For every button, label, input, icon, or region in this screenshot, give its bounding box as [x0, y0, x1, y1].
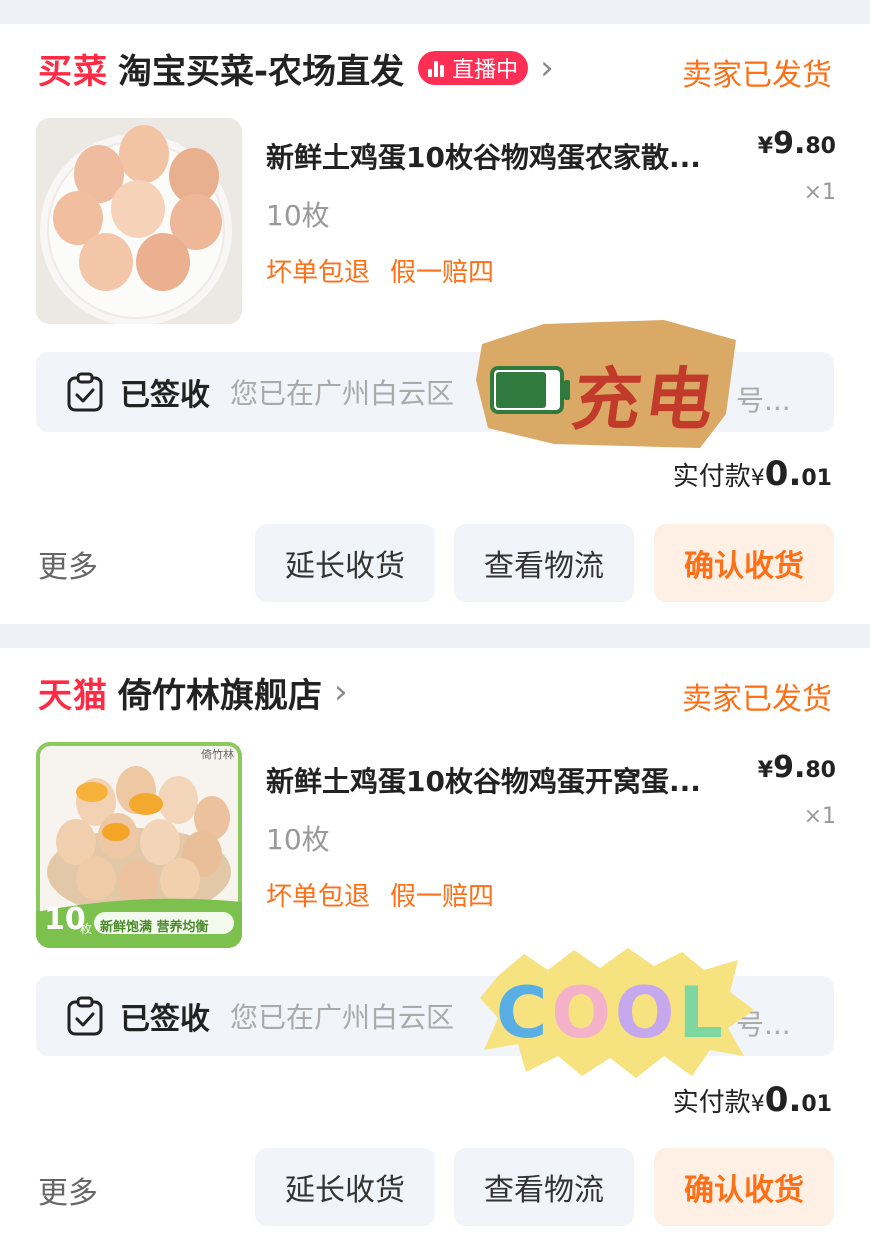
- cool-letter-l: L: [678, 972, 728, 1054]
- product-quantity: ×1: [803, 804, 836, 829]
- extend-receipt-button[interactable]: 延长收货: [255, 524, 435, 602]
- cool-sticker: COOL: [478, 946, 756, 1080]
- product-spec: 10枚: [266, 823, 330, 856]
- order-status: 卖家已发货: [682, 58, 832, 93]
- image-slogan: 新鲜饱满 营养均衡: [100, 920, 209, 935]
- guarantee-tags: 坏单包退 假一赔四: [266, 252, 514, 289]
- charge-sticker: 充电: [474, 318, 744, 452]
- product-spec: 10枚: [266, 199, 330, 232]
- product-quantity: ×1: [803, 180, 836, 205]
- paid-label: 实付款: [672, 1088, 751, 1118]
- tracking-state: 已签收: [120, 378, 210, 413]
- price-dec: 80: [805, 758, 836, 783]
- product-image[interactable]: [36, 118, 242, 324]
- store-name[interactable]: 淘宝买菜-农场直发: [118, 44, 404, 93]
- paid-int: 0.: [764, 1080, 802, 1120]
- more-button[interactable]: 更多: [38, 542, 98, 586]
- price-int: 9.: [773, 126, 806, 161]
- product-price: ¥9.80: [758, 750, 836, 785]
- paid-dec: 01: [801, 466, 832, 491]
- live-bars-icon: [428, 59, 446, 77]
- price-int: 9.: [773, 750, 806, 785]
- store-name[interactable]: 倚竹林旗舰店: [118, 668, 322, 717]
- more-button[interactable]: 更多: [38, 1168, 98, 1212]
- store-header[interactable]: 买菜 淘宝买菜-农场直发 直播中 ›: [38, 44, 554, 93]
- live-badge[interactable]: 直播中: [418, 51, 529, 85]
- guarantee-tags: 坏单包退 假一赔四: [266, 876, 514, 913]
- guarantee-tag: 假一赔四: [390, 882, 495, 912]
- tracking-state: 已签收: [120, 1002, 210, 1037]
- paid-label: 实付款: [672, 462, 751, 492]
- cool-letter-o1: O: [551, 972, 615, 1054]
- guarantee-tag: 坏单包退: [266, 258, 371, 288]
- product-title[interactable]: 新鲜土鸡蛋10枚谷物鸡蛋农家散...: [266, 136, 701, 176]
- view-logistics-button[interactable]: 查看物流: [454, 1148, 634, 1226]
- cool-letter-c: C: [496, 972, 552, 1054]
- clipboard-check-icon: [67, 996, 103, 1036]
- order-card[interactable]: 天猫 倚竹林旗舰店 › 卖家已发货 倚竹林 10 枚 新鲜饱满 营养均衡 新鲜土…: [0, 648, 870, 1240]
- charge-sticker-text: 充电: [567, 361, 723, 440]
- price-dec: 80: [805, 134, 836, 159]
- image-brand-label: 倚竹林: [201, 748, 234, 761]
- clipboard-check-icon: [67, 372, 103, 412]
- cool-sticker-text: COOL: [496, 972, 727, 1054]
- order-status: 卖家已发货: [682, 682, 832, 717]
- confirm-receipt-button[interactable]: 确认收货: [654, 1148, 834, 1226]
- paid-symbol: ¥: [750, 466, 765, 491]
- product-title[interactable]: 新鲜土鸡蛋10枚谷物鸡蛋开窝蛋...: [266, 760, 701, 800]
- price-symbol: ¥: [757, 758, 774, 783]
- view-logistics-button[interactable]: 查看物流: [454, 524, 634, 602]
- price-symbol: ¥: [757, 134, 774, 159]
- eggs-plate-image: [36, 118, 242, 324]
- paid-amount: 实付款¥0.01: [673, 1080, 832, 1120]
- paid-symbol: ¥: [750, 1092, 765, 1117]
- live-badge-label: 直播中: [452, 58, 519, 83]
- paid-amount: 实付款¥0.01: [673, 454, 832, 494]
- store-header[interactable]: 天猫 倚竹林旗舰店 ›: [38, 668, 348, 717]
- product-price: ¥9.80: [758, 126, 836, 161]
- image-unit-label: 枚: [80, 922, 93, 936]
- tracking-detail-tail: 号...: [736, 384, 791, 417]
- chevron-right-icon[interactable]: ›: [540, 51, 554, 85]
- brand-tag: 买菜: [38, 51, 108, 92]
- extend-receipt-button[interactable]: 延长收货: [255, 1148, 435, 1226]
- cool-letter-o2: O: [614, 972, 679, 1054]
- guarantee-tag: 假一赔四: [390, 258, 495, 288]
- guarantee-tag: 坏单包退: [266, 882, 371, 912]
- chevron-right-icon[interactable]: ›: [334, 675, 348, 709]
- paid-dec: 01: [801, 1092, 832, 1117]
- product-image[interactable]: 倚竹林 10 枚 新鲜饱满 营养均衡: [36, 742, 242, 948]
- confirm-receipt-button[interactable]: 确认收货: [654, 524, 834, 602]
- brand-tag: 天猫: [38, 675, 108, 716]
- paid-int: 0.: [764, 454, 802, 494]
